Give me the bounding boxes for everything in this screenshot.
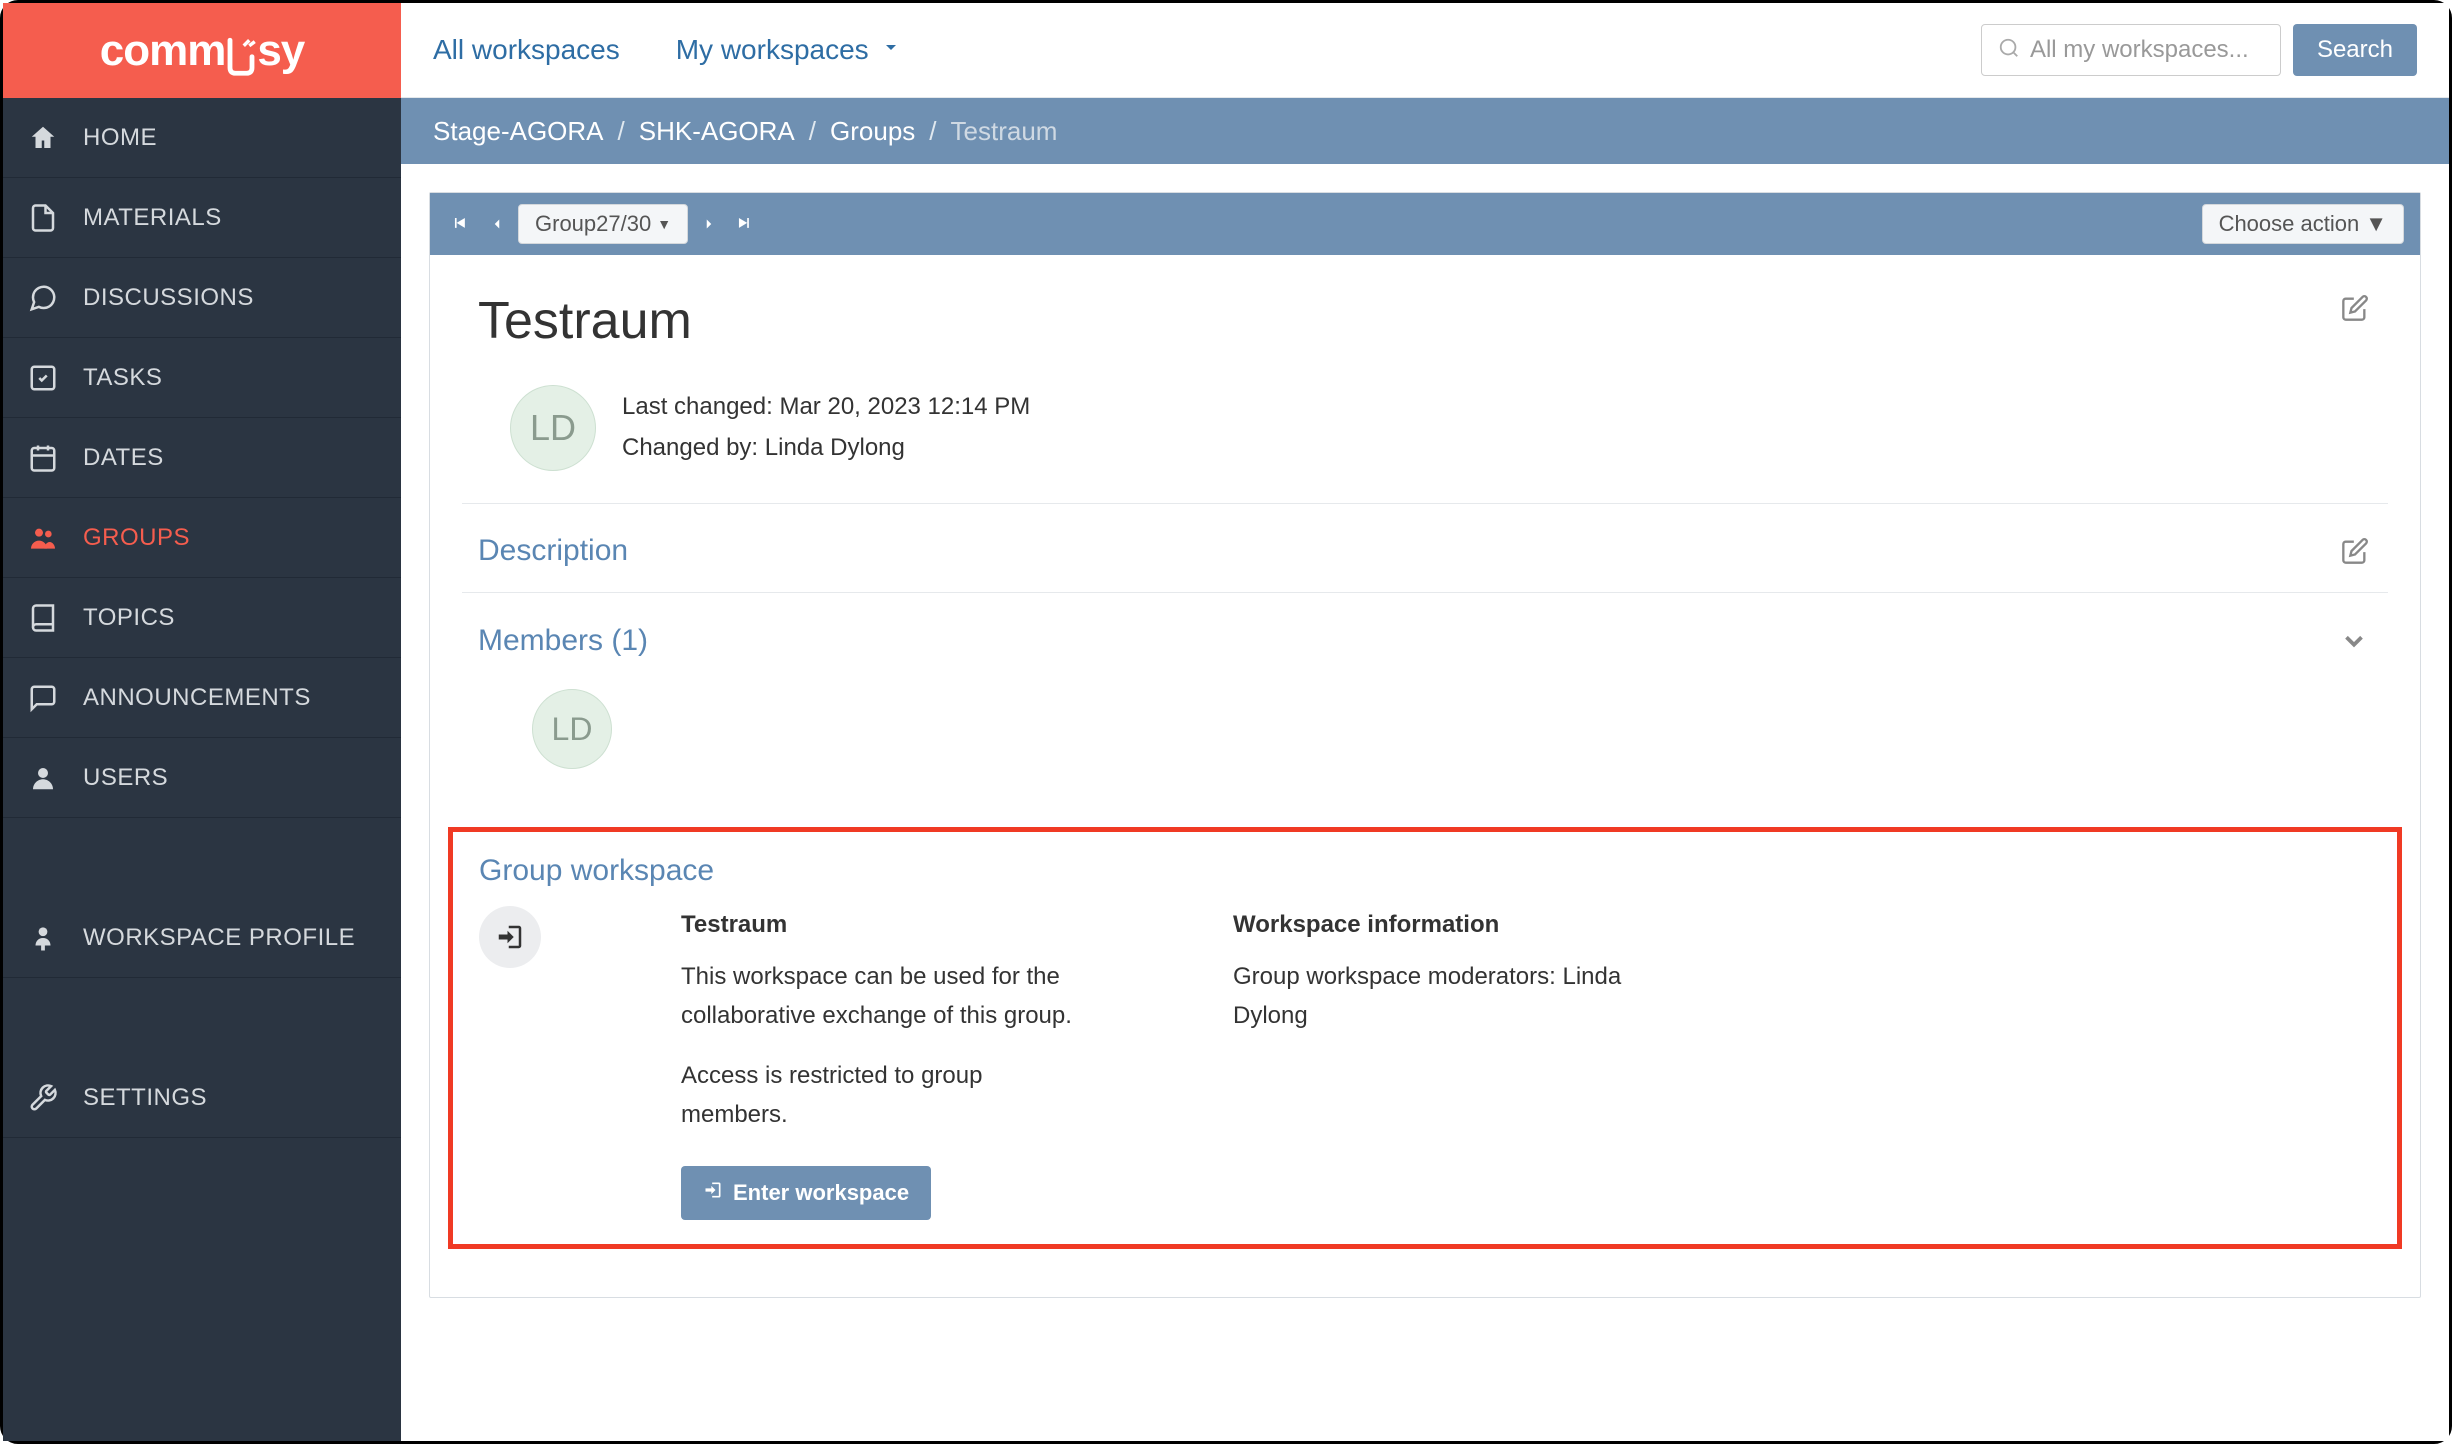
page-title: Testraum — [478, 291, 692, 351]
group-pager-dropdown[interactable]: Group27/30 ▼ — [518, 204, 688, 244]
sidebar: commsy HOME MATERIALS DISCUSSIONS TASKS — [3, 3, 401, 1441]
calendar-icon — [25, 440, 61, 476]
book-icon — [25, 600, 61, 636]
sidebar-item-users[interactable]: USERS — [3, 738, 401, 818]
chevron-down-icon — [879, 34, 903, 66]
changed-by: Changed by: Linda Dylong — [622, 428, 1030, 469]
workspace-info-text: Group workspace moderators: Linda Dylong — [1233, 958, 1643, 1035]
sidebar-item-label: TASKS — [83, 364, 162, 392]
sidebar-item-label: HOME — [83, 124, 157, 152]
workspace-info-title: Workspace information — [1233, 906, 1643, 944]
topbar: All workspaces My workspaces Search — [401, 3, 2449, 98]
sidebar-item-label: DATES — [83, 444, 164, 472]
sidebar-item-label: SETTINGS — [83, 1084, 207, 1112]
sidebar-item-groups[interactable]: GROUPS — [3, 498, 401, 578]
meta-info: LD Last changed: Mar 20, 2023 12:14 PM C… — [478, 385, 2372, 503]
next-button[interactable] — [696, 215, 722, 233]
breadcrumb-item[interactable]: Groups — [830, 116, 915, 147]
breadcrumb-current: Testraum — [951, 116, 1058, 147]
main-area: All workspaces My workspaces Search Stag… — [401, 3, 2449, 1441]
sidebar-item-label: WORKSPACE PROFILE — [83, 924, 355, 952]
breadcrumb-item[interactable]: Stage-AGORA — [433, 116, 604, 147]
sidebar-item-workspace-profile[interactable]: WORKSPACE PROFILE — [3, 898, 401, 978]
choose-action-dropdown[interactable]: Choose action ▼ — [2202, 204, 2404, 244]
caret-down-icon: ▼ — [2365, 211, 2387, 237]
workspace-info-column: Workspace information Group workspace mo… — [1233, 906, 1643, 1220]
sidebar-item-home[interactable]: HOME — [3, 98, 401, 178]
sidebar-item-label: DISCUSSIONS — [83, 284, 254, 312]
workspace-desc-column: Testraum This workspace can be used for … — [681, 906, 1091, 1220]
breadcrumb: Stage-AGORA / SHK-AGORA / Groups / Testr… — [401, 98, 2449, 164]
sidebar-item-tasks[interactable]: TASKS — [3, 338, 401, 418]
avatar[interactable]: LD — [510, 385, 596, 471]
chat-icon — [25, 280, 61, 316]
my-workspaces-link[interactable]: My workspaces — [676, 34, 903, 66]
enter-workspace-button[interactable]: Enter workspace — [681, 1166, 931, 1220]
sidebar-item-label: MATERIALS — [83, 204, 222, 232]
workspace-desc-1: This workspace can be used for the colla… — [681, 958, 1091, 1035]
check-square-icon — [25, 360, 61, 396]
member-avatar[interactable]: LD — [532, 689, 612, 769]
edit-title-button[interactable] — [2338, 291, 2372, 325]
sidebar-item-announcements[interactable]: ANNOUNCEMENTS — [3, 658, 401, 738]
sidebar-item-topics[interactable]: TOPICS — [3, 578, 401, 658]
all-workspaces-link[interactable]: All workspaces — [433, 34, 620, 66]
group-panel: Group27/30 ▼ Choose action ▼ — [429, 192, 2421, 1298]
panel-toolbar: Group27/30 ▼ Choose action ▼ — [430, 193, 2420, 255]
members-toggle[interactable] — [2336, 623, 2372, 659]
wrench-icon — [25, 1080, 61, 1116]
logo[interactable]: commsy — [3, 3, 401, 98]
group-workspace-section: Group workspace Testraum This workspace … — [448, 827, 2402, 1249]
speech-icon — [25, 680, 61, 716]
profile-icon — [25, 920, 61, 956]
first-page-button[interactable] — [446, 213, 476, 235]
section-description-title[interactable]: Description — [478, 534, 628, 568]
last-page-button[interactable] — [730, 213, 760, 235]
prev-button[interactable] — [484, 215, 510, 233]
workspace-name: Testraum — [681, 906, 1091, 944]
last-changed: Last changed: Mar 20, 2023 12:14 PM — [622, 387, 1030, 428]
enter-icon — [703, 1180, 723, 1206]
breadcrumb-item[interactable]: SHK-AGORA — [639, 116, 795, 147]
caret-down-icon: ▼ — [657, 216, 671, 232]
sidebar-item-discussions[interactable]: DISCUSSIONS — [3, 258, 401, 338]
edit-description-button[interactable] — [2338, 534, 2372, 568]
sidebar-item-materials[interactable]: MATERIALS — [3, 178, 401, 258]
home-icon — [25, 120, 61, 156]
sidebar-item-settings[interactable]: SETTINGS — [3, 1058, 401, 1138]
group-icon — [25, 520, 61, 556]
workspace-desc-2: Access is restricted to group members. — [681, 1057, 1091, 1134]
sidebar-item-label: GROUPS — [83, 524, 190, 552]
section-members-title[interactable]: Members (1) — [478, 624, 648, 658]
sidebar-item-label: ANNOUNCEMENTS — [83, 684, 311, 712]
enter-icon — [479, 906, 541, 968]
members-list: LD — [478, 683, 2372, 769]
file-icon — [25, 200, 61, 236]
search-input-wrap[interactable] — [1981, 24, 2281, 76]
logo-text: commsy — [100, 26, 305, 76]
user-icon — [25, 760, 61, 796]
search-icon — [1998, 37, 2020, 64]
search-input[interactable] — [2030, 36, 2264, 64]
sidebar-item-label: TOPICS — [83, 604, 175, 632]
group-workspace-title: Group workspace — [479, 854, 2371, 888]
sidebar-item-dates[interactable]: DATES — [3, 418, 401, 498]
sidebar-item-label: USERS — [83, 764, 168, 792]
search-button[interactable]: Search — [2293, 24, 2417, 76]
